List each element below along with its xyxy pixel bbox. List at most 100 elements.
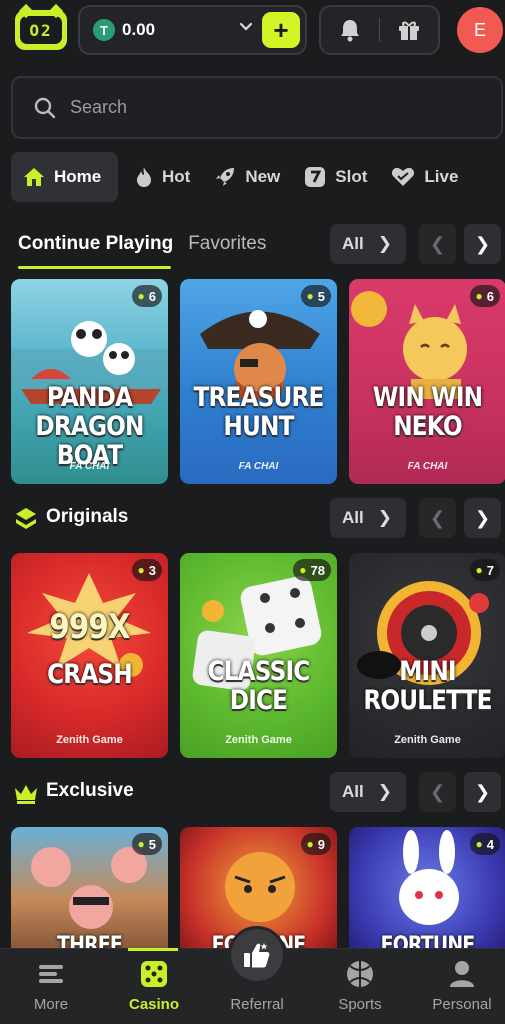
tab-slot[interactable]: Slot bbox=[292, 152, 379, 202]
user-icon: ● bbox=[475, 837, 483, 851]
game-title: CLASSIC DICE bbox=[207, 656, 311, 716]
home-icon bbox=[23, 167, 45, 187]
user-icon: ● bbox=[299, 563, 307, 577]
nav-sports[interactable]: Sports bbox=[310, 959, 410, 1019]
all-label: All bbox=[342, 234, 364, 253]
tab-home[interactable]: Home bbox=[11, 152, 118, 202]
search-icon bbox=[34, 97, 56, 118]
tab-hot[interactable]: Hot bbox=[123, 152, 202, 202]
chevron-right-icon: ❯ bbox=[474, 507, 491, 528]
game-provider: FA CHAI bbox=[238, 461, 279, 472]
tab-live[interactable]: Live bbox=[379, 152, 470, 202]
nav-label: More bbox=[33, 996, 69, 1013]
chevron-right-icon: ❯ bbox=[474, 233, 491, 254]
section-title: Originals bbox=[46, 506, 129, 527]
thumbs-up-icon bbox=[244, 943, 270, 968]
bell-icon[interactable] bbox=[321, 7, 379, 53]
all-label: All bbox=[342, 508, 364, 527]
crown-icon bbox=[15, 785, 37, 804]
chevron-right-icon: ❯ bbox=[377, 508, 392, 527]
deposit-button[interactable]: + bbox=[262, 12, 300, 48]
tab-home-label: Home bbox=[54, 167, 102, 186]
referral-button[interactable] bbox=[228, 926, 286, 984]
chevron-right-icon: ❯ bbox=[377, 782, 392, 801]
nav-casino[interactable]: Casino bbox=[104, 959, 204, 1019]
ball-icon bbox=[345, 959, 375, 989]
game-card-treasure-hunt[interactable]: ● 5 TREASURE HUNT FA CHAI bbox=[180, 279, 337, 484]
game-title: WIN WIN NEKO bbox=[372, 382, 483, 442]
continue-prev-button[interactable]: ❮ bbox=[419, 224, 456, 264]
continue-next-button[interactable]: ❯ bbox=[464, 224, 501, 264]
player-count: 5 bbox=[317, 288, 325, 304]
flame-icon bbox=[135, 166, 153, 188]
search-bar[interactable] bbox=[11, 76, 503, 139]
player-count: 6 bbox=[148, 288, 156, 304]
user-icon: ● bbox=[475, 563, 483, 577]
top-bar: O2 T 0.00 + E bbox=[0, 0, 505, 62]
game-card-fortune-rabbit[interactable]: ● 4 FORTUNE bbox=[349, 827, 505, 948]
user-icon: ● bbox=[137, 563, 145, 577]
player-count: 78 bbox=[310, 562, 325, 578]
nav-label: Referral bbox=[230, 996, 284, 1013]
nav-more[interactable]: More bbox=[1, 959, 101, 1019]
game-card-crash[interactable]: ● 3 999X CRASH Zenith Game bbox=[11, 553, 168, 758]
player-count-badge: ● 5 bbox=[300, 285, 331, 307]
game-card-three-crazy[interactable]: ●5 THREE CRAZY bbox=[11, 827, 168, 948]
player-count-badge: ● 5 bbox=[131, 833, 162, 855]
player-count-badge: ● 6 bbox=[131, 285, 162, 307]
game-card-classic-dice[interactable]: ● 78 CLASSIC DICE Zenith Game bbox=[180, 553, 337, 758]
exclusive-prev-button[interactable]: ❮ bbox=[419, 772, 456, 812]
chevron-right-icon: ❯ bbox=[377, 234, 392, 253]
originals-header: Originals All ❯ ❮ ❯ bbox=[0, 498, 505, 540]
game-title: 999X CRASH bbox=[47, 607, 133, 690]
logo[interactable]: O2 bbox=[15, 3, 67, 50]
player-count-badge: ● 78 bbox=[293, 559, 331, 581]
game-provider: FA CHAI bbox=[407, 461, 448, 472]
game-provider: Zenith Game bbox=[394, 734, 461, 746]
originals-prev-button[interactable]: ❮ bbox=[419, 498, 456, 538]
game-card-win-win-neko[interactable]: ● 6 WIN WIN NEKO FA CHAI bbox=[349, 279, 505, 484]
chevron-down-icon bbox=[239, 22, 253, 31]
nav-label: Casino bbox=[128, 996, 179, 1013]
player-count-badge: ● 7 bbox=[469, 559, 500, 581]
balance-amount: 0.00 bbox=[122, 20, 156, 39]
tab-slot-label: Slot bbox=[335, 167, 368, 186]
currency-icon: T bbox=[93, 19, 115, 41]
game-provider: FA CHAI bbox=[69, 461, 110, 472]
continue-controls: All ❯ ❮ ❯ bbox=[0, 224, 505, 266]
exclusive-next-button[interactable]: ❯ bbox=[464, 772, 501, 812]
user-icon: ● bbox=[306, 289, 314, 303]
originals-all-button[interactable]: All ❯ bbox=[330, 498, 406, 538]
section-title: Exclusive bbox=[46, 780, 134, 801]
nav-personal[interactable]: Personal bbox=[412, 959, 505, 1019]
player-count-badge: ● 9 bbox=[300, 833, 331, 855]
slot-icon bbox=[304, 166, 326, 188]
all-label: All bbox=[342, 782, 364, 801]
chevron-left-icon: ❮ bbox=[429, 781, 446, 802]
player-count: 4 bbox=[486, 836, 494, 852]
game-card-mini-roulette[interactable]: ● 7 MINI ROULETTE Zenith Game bbox=[349, 553, 505, 758]
game-card-panda-dragon-boat[interactable]: ● 6 PANDA DRAGON BOAT FA CHAI bbox=[11, 279, 168, 484]
tab-new[interactable]: New bbox=[202, 152, 292, 202]
user-icon bbox=[447, 959, 477, 989]
user-icon: ● bbox=[306, 837, 314, 851]
originals-next-button[interactable]: ❯ bbox=[464, 498, 501, 538]
game-title: TREASURE HUNT bbox=[193, 382, 325, 442]
game-title: FORTUNE bbox=[380, 933, 476, 948]
exclusive-all-button[interactable]: All ❯ bbox=[330, 772, 406, 812]
player-count: 3 bbox=[148, 562, 156, 578]
player-count: 7 bbox=[486, 562, 494, 578]
game-title: THREE CRAZY bbox=[57, 933, 123, 948]
player-count: 9 bbox=[317, 836, 325, 852]
gift-icon[interactable] bbox=[380, 7, 438, 53]
continue-all-button[interactable]: All ❯ bbox=[330, 224, 406, 264]
heart-icon bbox=[391, 167, 415, 187]
player-count-badge: ● 6 bbox=[469, 285, 500, 307]
tab-new-label: New bbox=[245, 167, 281, 186]
search-input[interactable] bbox=[70, 97, 450, 118]
originals-icon bbox=[16, 508, 36, 529]
game-title: PANDA DRAGON BOAT bbox=[35, 382, 144, 471]
avatar[interactable]: E bbox=[457, 7, 503, 53]
wallet-balance-selector[interactable]: T 0.00 + bbox=[78, 5, 307, 55]
chevron-left-icon: ❮ bbox=[429, 233, 446, 254]
